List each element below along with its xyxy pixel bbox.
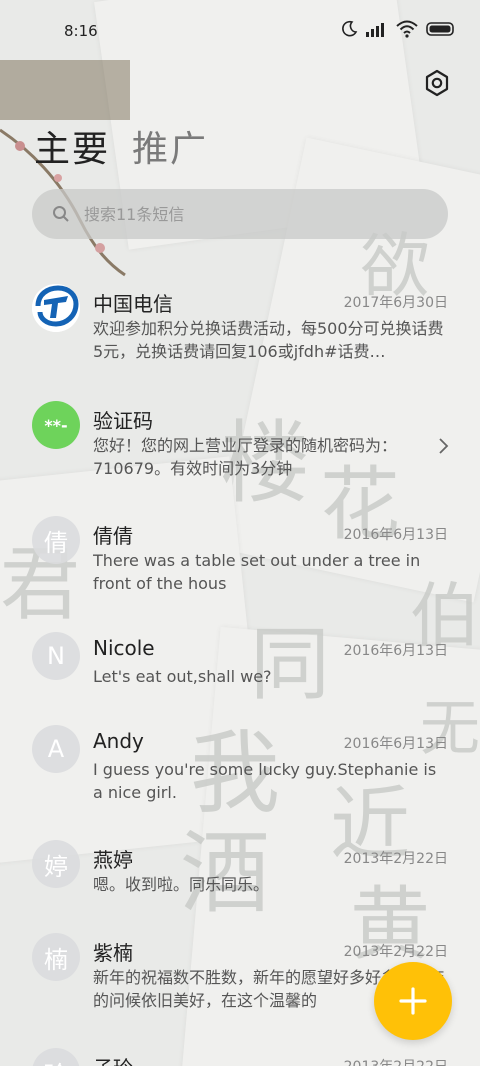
contact-name: 中国电信	[93, 292, 173, 316]
message-preview: Let's eat out,shall we?	[93, 667, 272, 686]
avatar: N	[32, 632, 80, 680]
gear-icon	[425, 69, 449, 97]
contact-name: 紫楠	[93, 941, 133, 965]
avatar: 倩	[32, 516, 80, 564]
message-date: 2017年6月30日	[343, 295, 448, 311]
contact-name: 子玲	[93, 1052, 133, 1066]
message-preview: 嗯。收到啦。同乐同乐。	[93, 875, 270, 894]
search-input[interactable]	[82, 203, 406, 225]
avatar: A	[32, 725, 80, 773]
search-bar[interactable]	[32, 189, 448, 239]
china-telecom-logo-icon	[32, 284, 80, 332]
contact-name: 燕婷	[93, 848, 133, 872]
moon-icon	[342, 20, 358, 37]
message-date: 2013年2月22日	[343, 944, 448, 960]
avatar: 玲	[32, 1048, 80, 1066]
contact-name: 验证码	[93, 409, 153, 433]
message-date: 2016年6月13日	[343, 643, 448, 659]
message-tabs: 主要 推广	[34, 120, 208, 172]
message-preview: I guess you're some lucky guy.Stephanie …	[93, 760, 437, 802]
avatar: 楠	[32, 933, 80, 981]
message-preview: 您好！您的网上营业厅登录的随机密码为：710679。有效时间为3分钟	[93, 436, 398, 478]
signal-icon	[366, 23, 384, 37]
contact-name: Andy	[93, 729, 144, 753]
message-date: 2013年2月22日	[344, 1056, 448, 1066]
conversation-item[interactable]: 倩 倩倩 2016年6月13日 There was a table set ou…	[0, 502, 480, 612]
conversation-item[interactable]: **- 验证码 您好！您的网上营业厅登录的随机密码为：710679。有效时间为3…	[0, 387, 480, 497]
plus-icon	[399, 987, 427, 1015]
avatar: 婷	[32, 840, 80, 888]
message-preview: 欢迎参加积分兑换话费活动，每500分可兑换话费5元，兑换话费请回复106或jfd…	[93, 319, 444, 361]
message-preview: There was a table set out under a tree i…	[93, 551, 421, 593]
message-date: 2013年2月22日	[343, 851, 448, 867]
message-date: 2016年6月13日	[343, 736, 448, 752]
status-bar: 8:16	[0, 0, 480, 60]
search-icon	[53, 206, 69, 222]
settings-button[interactable]	[422, 68, 452, 98]
tab-primary[interactable]: 主要	[34, 120, 110, 172]
contact-name: 倩倩	[93, 524, 133, 548]
tab-promotions[interactable]: 推广	[132, 120, 208, 172]
message-date: 2016年6月13日	[343, 527, 448, 543]
system-icons	[340, 20, 456, 38]
wifi-icon	[396, 20, 418, 38]
avatar	[32, 284, 80, 332]
status-time: 8:16	[64, 22, 98, 40]
verification-code-icon: **-	[32, 401, 80, 449]
contact-name: Nicole	[93, 636, 155, 660]
battery-icon	[426, 22, 454, 36]
conversation-item[interactable]: A Andy 2016年6月13日 I guess you're some lu…	[0, 711, 480, 821]
chevron-right-icon[interactable]	[436, 437, 450, 455]
conversation-item[interactable]: 中国电信 2017年6月30日 欢迎参加积分兑换话费活动，每500分可兑换话费5…	[0, 270, 480, 380]
new-message-button[interactable]	[374, 962, 452, 1040]
